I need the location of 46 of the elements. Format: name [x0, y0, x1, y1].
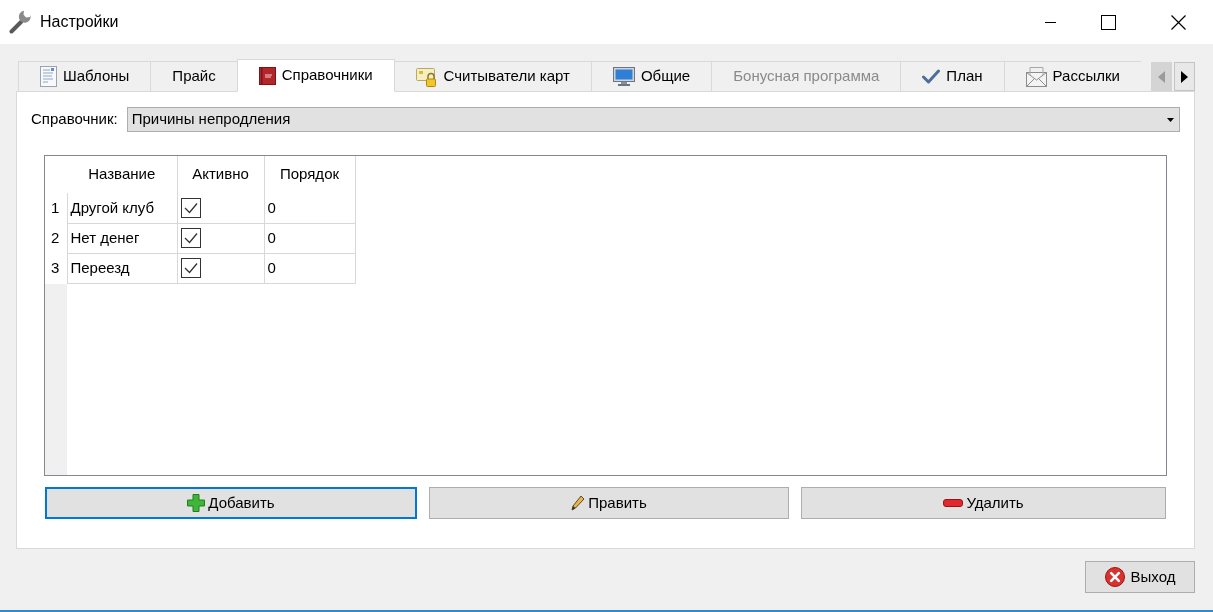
table-cell: 0	[264, 253, 355, 283]
envelope-icon	[1025, 66, 1047, 87]
wrench-icon	[9, 10, 33, 34]
dropdown[interactable]: Причины непродления	[126, 107, 1180, 132]
column-header[interactable]: Название	[67, 156, 177, 193]
tab[interactable]: Шаблоны	[18, 61, 151, 92]
field-label: Справочник:	[31, 109, 118, 130]
caret-icon	[1167, 117, 1174, 122]
window-title: Настройки	[40, 12, 119, 32]
pencil-icon	[571, 495, 586, 511]
tab[interactable]: Прайс	[150, 61, 237, 92]
book-icon	[258, 66, 276, 85]
scroll-right-button[interactable]	[1174, 62, 1195, 91]
action-button[interactable]: Править	[428, 487, 790, 519]
tab[interactable]: План	[900, 61, 1004, 92]
maximize-icon	[1100, 14, 1116, 30]
close-icon	[1170, 14, 1186, 30]
checkbox[interactable]	[180, 228, 201, 248]
table-cell: 0	[264, 193, 355, 223]
column-header[interactable]: Порядок	[264, 156, 355, 193]
checkbox[interactable]	[180, 197, 201, 218]
left-arrow-icon	[1158, 70, 1165, 83]
row-number: 1	[45, 193, 67, 223]
row-number: 3	[45, 253, 67, 283]
row-number: 2	[45, 223, 67, 253]
document-icon	[40, 66, 57, 87]
minimize-icon	[1044, 21, 1056, 23]
action-button[interactable]: Добавить	[45, 487, 417, 519]
checkmark-icon	[922, 69, 941, 84]
table-cell: Нет денег	[67, 223, 177, 253]
tab[interactable]: Общие	[590, 61, 712, 92]
checkbox[interactable]	[180, 258, 201, 278]
table-cell: Переезд	[67, 253, 177, 283]
plus-icon	[187, 494, 206, 512]
close-circle-icon	[1104, 567, 1125, 587]
right-arrow-icon	[1181, 70, 1188, 83]
exit-button[interactable]: Выход	[1085, 561, 1195, 593]
column-header[interactable]: Активно	[177, 156, 264, 193]
action-button[interactable]: Удалить	[801, 487, 1166, 519]
table-cell: 0	[264, 223, 355, 253]
tab[interactable]: Справочники	[236, 59, 395, 92]
card-lock-icon	[415, 66, 438, 87]
minus-icon	[943, 499, 964, 507]
table-cell: Другой клуб	[67, 193, 177, 223]
tab[interactable]: Рассылки	[1003, 61, 1141, 92]
monitor-icon	[612, 67, 635, 86]
